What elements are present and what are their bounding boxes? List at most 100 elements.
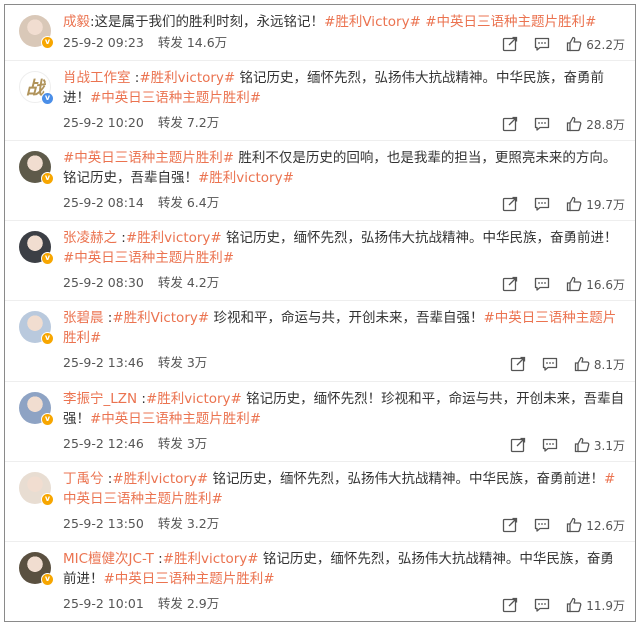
repost-icon[interactable] xyxy=(502,517,518,533)
comment-item: v 丁禹兮 :#胜利victory# 铭记历史，缅怀先烈，弘扬伟大抗战精神。中华民… xyxy=(5,461,635,541)
comment-content: 珍视和平，命运与共，开创未来，吾辈自强！ xyxy=(209,310,484,326)
like-button[interactable]: 28.8万 xyxy=(566,116,625,133)
hashtag-link[interactable]: #胜利victory# xyxy=(112,471,208,487)
repost-icon[interactable] xyxy=(502,196,518,212)
like-button[interactable]: 62.2万 xyxy=(566,36,625,53)
comment-icon[interactable] xyxy=(534,196,550,212)
comment-text: 李振宁_LZN :#胜利victory# 铭记历史，缅怀先烈！珍视和平，命运与共… xyxy=(63,389,625,429)
repost-icon[interactable] xyxy=(502,116,518,132)
timestamp: 25-9-2 13:50 xyxy=(63,516,144,531)
comment-content: : xyxy=(137,391,146,407)
verified-badge-icon: v xyxy=(41,413,54,426)
username-link[interactable]: 张碧晨 xyxy=(63,310,104,326)
verified-badge-icon: v xyxy=(41,332,54,345)
avatar[interactable]: v xyxy=(19,231,54,265)
timestamp: 25-9-2 08:14 xyxy=(63,195,144,210)
like-button[interactable]: 8.1万 xyxy=(574,356,625,373)
comment-text: 成毅:这是属于我们的胜利时刻，永远铭记！#胜利Victory# #中英日三语种主… xyxy=(63,12,625,32)
avatar[interactable]: v xyxy=(19,151,54,185)
repost-icon[interactable] xyxy=(502,597,518,613)
comment-icon[interactable] xyxy=(542,356,558,372)
like-button[interactable]: 19.7万 xyxy=(566,196,625,213)
comment-text: MIC檀健次JC-T :#胜利victory# 铭记历史，缅怀先烈，弘扬伟大抗战… xyxy=(63,549,625,589)
repost-count: 转发 2.9万 xyxy=(157,596,220,611)
hashtag-link[interactable]: #中英日三语种主题片胜利# xyxy=(63,250,234,266)
like-count: 19.7万 xyxy=(586,197,625,212)
comment-icon[interactable] xyxy=(534,276,550,292)
verified-badge-icon: v xyxy=(41,573,54,586)
comment-text: #中英日三语种主题片胜利# 胜利不仅是历史的回响，也是我辈的担当，更照亮未来的方… xyxy=(63,148,625,188)
comment-icon[interactable] xyxy=(542,437,558,453)
hashtag-link[interactable]: #中英日三语种主题片胜利# xyxy=(425,14,596,30)
hashtag-link[interactable]: #中英日三语种主题片胜利# xyxy=(63,150,234,166)
comment-icon[interactable] xyxy=(534,597,550,613)
hashtag-link[interactable]: #胜利victory# xyxy=(139,70,235,86)
hashtag-link[interactable]: #胜利Victory# xyxy=(324,14,421,30)
like-button[interactable]: 3.1万 xyxy=(574,437,625,454)
timestamp: 25-9-2 12:46 xyxy=(63,436,144,451)
comment-actions: 12.6万 xyxy=(486,516,625,534)
repost-count: 转发 4.2万 xyxy=(157,275,220,290)
comment-item: v MIC檀健次JC-T :#胜利victory# 铭记历史，缅怀先烈，弘扬伟大抗… xyxy=(5,541,635,621)
repost-icon[interactable] xyxy=(502,36,518,52)
hashtag-link[interactable]: #胜利victory# xyxy=(198,170,294,186)
comment-icon[interactable] xyxy=(534,116,550,132)
repost-icon[interactable] xyxy=(510,437,526,453)
hashtag-link[interactable]: #中英日三语种主题片胜利# xyxy=(90,90,261,106)
avatar[interactable]: v xyxy=(19,472,54,506)
comment-meta: 25-9-2 08:14 转发 6.4万 xyxy=(63,194,219,212)
username-link[interactable]: 成毅 xyxy=(63,14,90,30)
hashtag-link[interactable]: #胜利Victory# xyxy=(112,310,209,326)
like-count: 62.2万 xyxy=(586,37,625,52)
repost-icon[interactable] xyxy=(510,356,526,372)
comment-text: 丁禹兮 :#胜利victory# 铭记历史，缅怀先烈，弘扬伟大抗战精神。中华民族… xyxy=(63,469,625,509)
comment-meta: 25-9-2 10:20 转发 7.2万 xyxy=(63,114,219,132)
like-button[interactable]: 11.9万 xyxy=(566,597,625,614)
comment-content: 铭记历史，缅怀先烈，弘扬伟大抗战精神。中华民族，奋勇前进！ xyxy=(221,230,618,246)
username-link[interactable]: MIC檀健次JC-T xyxy=(63,551,154,567)
like-button[interactable]: 12.6万 xyxy=(566,517,625,534)
avatar[interactable]: 战v xyxy=(19,71,54,105)
hashtag-link[interactable]: #中英日三语种主题片胜利# xyxy=(104,571,275,587)
timestamp: 25-9-2 08:30 xyxy=(63,275,144,290)
thumbs-up-icon xyxy=(566,597,582,613)
comment-actions: 11.9万 xyxy=(486,596,625,614)
username-link[interactable]: 张凌赫之 xyxy=(63,230,117,246)
avatar[interactable]: v xyxy=(19,15,54,49)
repost-count: 转发 6.4万 xyxy=(157,195,220,210)
verified-badge-icon: v xyxy=(41,252,54,265)
comment-text: 肖战工作室 :#胜利victory# 铭记历史，缅怀先烈，弘扬伟大抗战精神。中华… xyxy=(63,68,625,108)
comment-item: 战 v 肖战工作室 :#胜利victory# 铭记历史，缅怀先烈，弘扬伟大抗战精神。… xyxy=(5,60,635,140)
avatar[interactable]: v xyxy=(19,552,54,586)
comment-text: 张碧晨 :#胜利Victory# 珍视和平，命运与共，开创未来，吾辈自强！#中英… xyxy=(63,308,625,348)
comment-actions: 19.7万 xyxy=(486,195,625,213)
repost-count: 转发 3万 xyxy=(157,436,208,451)
hashtag-link[interactable]: #胜利victory# xyxy=(163,551,259,567)
comment-item: v 成毅:这是属于我们的胜利时刻，永远铭记！#胜利Victory# #中英日三语种… xyxy=(5,5,635,60)
repost-icon[interactable] xyxy=(502,276,518,292)
comment-list: v 成毅:这是属于我们的胜利时刻，永远铭记！#胜利Victory# #中英日三语种… xyxy=(4,4,636,622)
avatar[interactable]: v xyxy=(19,392,54,426)
comment-icon[interactable] xyxy=(534,36,550,52)
hashtag-link[interactable]: #中英日三语种主题片胜利# xyxy=(90,411,261,427)
username-link[interactable]: 李振宁_LZN xyxy=(63,391,137,407)
comment-meta: 25-9-2 09:23 转发 14.6万 xyxy=(63,34,227,52)
like-count: 3.1万 xyxy=(593,438,625,453)
timestamp: 25-9-2 10:01 xyxy=(63,596,144,611)
repost-count: 转发 7.2万 xyxy=(157,115,220,130)
verified-badge-icon: v xyxy=(41,36,54,49)
avatar[interactable]: v xyxy=(19,311,54,345)
like-count: 28.8万 xyxy=(586,117,625,132)
comment-meta: 25-9-2 12:46 转发 3万 xyxy=(63,435,207,453)
hashtag-link[interactable]: #胜利victory# xyxy=(126,230,222,246)
username-link[interactable]: 肖战工作室 xyxy=(63,70,131,86)
timestamp: 25-9-2 09:23 xyxy=(63,35,144,50)
timestamp: 25-9-2 13:46 xyxy=(63,355,144,370)
hashtag-link[interactable]: #胜利victory# xyxy=(146,391,242,407)
like-button[interactable]: 16.6万 xyxy=(566,276,625,293)
like-count: 11.9万 xyxy=(586,598,625,613)
comment-icon[interactable] xyxy=(534,517,550,533)
username-link[interactable]: 丁禹兮 xyxy=(63,471,104,487)
comment-item: v 张碧晨 :#胜利Victory# 珍视和平，命运与共，开创未来，吾辈自强！#中… xyxy=(5,300,635,381)
comment-item: v 李振宁_LZN :#胜利victory# 铭记历史，缅怀先烈！珍视和平，命运与… xyxy=(5,381,635,461)
